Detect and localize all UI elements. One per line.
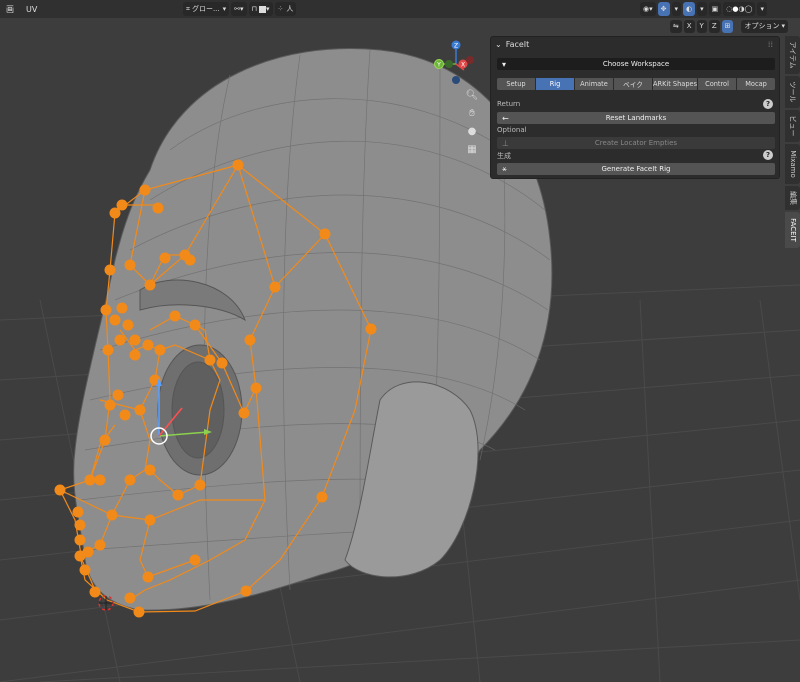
panel-header[interactable]: ⌄ FaceIt ⁞⁞	[491, 37, 779, 51]
tab-control[interactable]: Control	[698, 78, 737, 90]
sidebar-tab-tool[interactable]: ツール	[785, 76, 800, 108]
overlay-icon: ◐	[686, 5, 693, 13]
snap-square-icon	[259, 5, 267, 13]
sidebar-tab-mixamo-label: Mixamo	[788, 150, 797, 178]
create-locator-empties-button[interactable]: ⊥ Create Locator Empties	[497, 137, 775, 149]
options-label: オプション	[744, 22, 780, 30]
reset-landmarks-button[interactable]: ← Reset Landmarks	[497, 112, 775, 124]
gizmo-dropdown[interactable]: ▾	[671, 2, 682, 16]
tab-arkit-shapes[interactable]: ARKit Shapes	[653, 78, 698, 90]
menu-item-0[interactable]: 画	[6, 4, 14, 15]
chevron-down-icon: ▾	[222, 5, 227, 13]
mirror-options-row: ⇋ X Y Z ⊞ オプション ▾	[669, 19, 788, 33]
zoom-icon[interactable]: 🔍︎	[465, 88, 479, 102]
faceit-panel: ⌄ FaceIt ⁞⁞ ▾ Choose Workspace Setup Rig…	[490, 36, 780, 179]
orientation-label: グロー...	[191, 5, 220, 13]
orientation-dropdown[interactable]: ⌗ グロー... ▾	[183, 2, 230, 16]
topology-toggle[interactable]: ⊞	[721, 19, 734, 33]
reset-landmarks-label: Reset Landmarks	[605, 114, 667, 122]
snap-icon: ⊓	[251, 5, 258, 13]
help-icon[interactable]: ?	[763, 99, 773, 109]
axis-z-toggle[interactable]: Z	[708, 19, 720, 33]
gizmo-toggle[interactable]: ✥	[657, 2, 670, 16]
mirror-icon-button[interactable]: ⇋	[669, 19, 682, 33]
sidebar-tab-view-label: ビュー	[788, 115, 797, 137]
gizmo-x-label: X	[461, 62, 465, 69]
visibility-dropdown[interactable]: ◉ ▾	[640, 2, 656, 16]
create-locators-label: Create Locator Empties	[594, 139, 678, 147]
sidebar-tab-faceit[interactable]: FACEIT	[785, 212, 800, 248]
workspace-tabs: Setup Rig Animate ベイク ARKit Shapes Contr…	[497, 78, 776, 90]
mirror-icon: ⇋	[672, 22, 679, 30]
grid-view-icon[interactable]: ▦	[465, 142, 479, 156]
chevron-down-icon: ▾	[240, 5, 244, 13]
generate-rig-label: Generate FaceIt Rig	[601, 165, 671, 173]
chevron-down-icon: ▾	[674, 5, 679, 13]
panel-title: FaceIt	[505, 39, 530, 49]
generate-section-label: 生成	[497, 152, 511, 160]
xray-toggle[interactable]: ▣	[708, 2, 722, 16]
help-icon[interactable]: ?	[763, 150, 773, 160]
sidebar-tab-mixamo[interactable]: Mixamo	[785, 144, 800, 184]
gizmo-icon: ✥	[660, 5, 667, 13]
chevron-down-icon: ▾	[760, 5, 764, 13]
overlay-toggle[interactable]: ◐	[683, 2, 696, 16]
shading-modes[interactable]: ◌ ● ◑ ◯	[723, 2, 756, 16]
snap-toggle[interactable]: ⊓ ▾	[248, 2, 273, 16]
sidebar-tab-view[interactable]: ビュー	[785, 110, 800, 142]
generate-faceit-rig-button[interactable]: ⚹ Generate FaceIt Rig	[497, 163, 775, 175]
menu-item-1[interactable]: UV	[26, 5, 37, 14]
axis-y-toggle[interactable]: Y	[696, 19, 707, 33]
gizmo-z-label: Z	[454, 43, 458, 50]
sidebar-tab-edit[interactable]: 編集	[785, 186, 800, 210]
chevron-down-icon: ▾	[781, 22, 785, 30]
optional-section-label: Optional	[497, 126, 527, 134]
drag-handle-icon[interactable]: ⁞⁞	[768, 40, 773, 49]
armature-icon: ⚹	[502, 164, 507, 173]
empty-axis-icon: ⊥	[502, 138, 509, 148]
sidebar-tab-edit-label: 編集	[788, 191, 797, 205]
tab-mocap[interactable]: Mocap	[737, 78, 776, 90]
choose-workspace-label: Choose Workspace	[602, 60, 670, 68]
chevron-down-icon: ▾	[266, 5, 270, 13]
tab-rig[interactable]: Rig	[536, 78, 574, 90]
chevron-down-icon: ▾	[649, 5, 653, 13]
xray-icon: ▣	[711, 5, 719, 13]
proportional-dropdown[interactable]: ⁘ 人	[274, 2, 297, 16]
3d-cursor	[98, 595, 114, 611]
pivot-dropdown[interactable]: ⚯ ▾	[231, 2, 247, 16]
sidebar-tabs: アイテム ツール ビュー Mixamo 編集 FACEIT	[785, 36, 800, 682]
chevron-down-icon: ▾	[700, 5, 704, 13]
chevron-down-icon: ⌄	[495, 39, 502, 49]
tab-animate[interactable]: Animate	[575, 78, 613, 90]
shading-dropdown[interactable]: ▾	[757, 2, 767, 16]
topology-icon: ⊞	[724, 22, 731, 30]
choose-workspace-dropdown[interactable]: ▾ Choose Workspace	[497, 58, 775, 70]
proportional-icon: ⁘	[277, 5, 284, 13]
sidebar-tab-item[interactable]: アイテム	[785, 36, 800, 74]
transform-icon: ⌗	[186, 4, 190, 13]
head-mesh	[73, 48, 553, 611]
tab-bake[interactable]: ベイク	[614, 78, 652, 90]
pan-hand-icon[interactable]: ✋︎	[465, 106, 479, 120]
tab-setup[interactable]: Setup	[497, 78, 535, 90]
overlay-dropdown[interactable]: ▾	[697, 2, 707, 16]
sidebar-tab-tool-label: ツール	[788, 81, 797, 103]
3d-viewport[interactable]: Z Y X 🔍︎ ✋︎ ● ▦ 画 UV ⌗ グロー... ▾ ⚯ ▾ ⊓ ▾ ⁘ 人…	[0, 0, 800, 682]
options-dropdown[interactable]: オプション ▾	[741, 19, 788, 33]
rendered-shading-icon: ◯	[744, 5, 753, 13]
camera-icon[interactable]: ●	[465, 124, 479, 138]
axis-x-toggle[interactable]: X	[683, 19, 695, 33]
orientation-dropdown-group: ⌗ グロー... ▾ ⚯ ▾ ⊓ ▾ ⁘ 人	[183, 2, 297, 16]
sidebar-tab-item-label: アイテム	[788, 41, 797, 69]
snap-menu-label: 人	[286, 5, 294, 13]
overlay-group: ◉ ▾ ✥ ▾ ◐ ▾ ▣ ◌ ● ◑ ◯ ▾	[640, 2, 767, 16]
arrow-left-icon: ←	[502, 113, 509, 123]
gizmo-y-label: Y	[436, 62, 441, 69]
return-section-label: Return	[497, 100, 521, 108]
triangle-down-icon: ▾	[502, 59, 507, 69]
sidebar-tab-faceit-label: FACEIT	[788, 218, 797, 242]
